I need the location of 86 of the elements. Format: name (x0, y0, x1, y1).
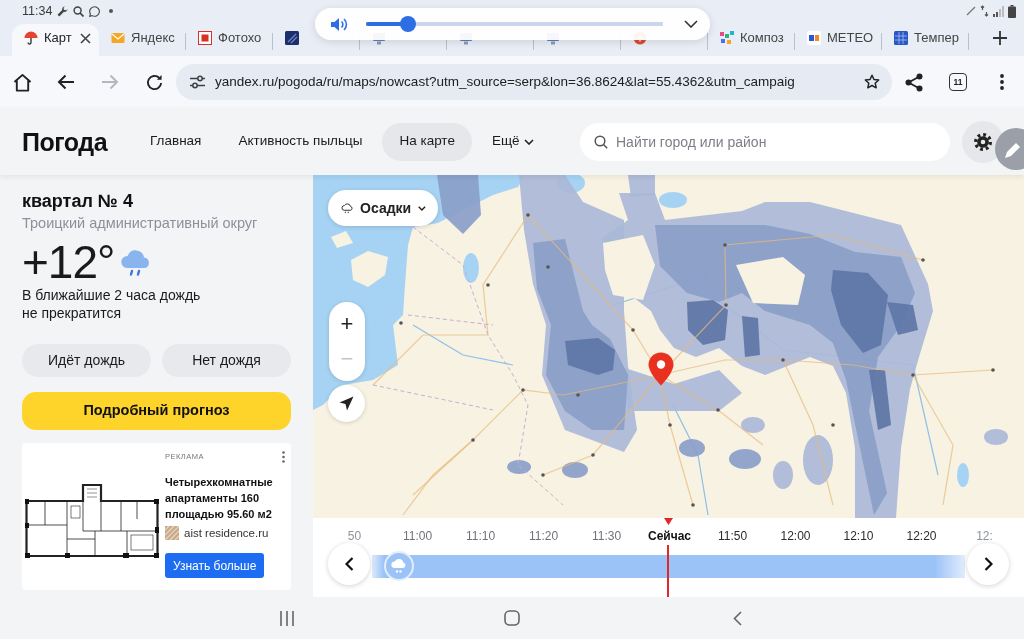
search-icon (73, 5, 85, 17)
previous-button[interactable] (328, 543, 370, 585)
time-label[interactable]: 11:50 (701, 529, 764, 543)
forecast-summary: В ближайшие 2 часа дождь не прекратится (22, 286, 202, 322)
tune-icon (189, 75, 206, 89)
nav-link[interactable]: Ещё (474, 122, 551, 161)
nav-link[interactable]: Главная (133, 122, 219, 161)
browser-tab[interactable]: Яндекс (99, 24, 186, 56)
menu-icon (1000, 74, 1004, 90)
browser-tab[interactable]: Фотохо (186, 24, 273, 56)
chevron-right-icon (983, 557, 993, 571)
search-icon (594, 134, 608, 149)
browser-tab[interactable]: Композ (708, 24, 795, 56)
square-logo-icon (198, 31, 212, 45)
browser-tab[interactable]: Карт (12, 24, 99, 56)
current-time-line (667, 545, 669, 597)
time-label[interactable]: 11:30 (575, 529, 638, 543)
recent-apps-icon[interactable] (280, 610, 294, 626)
tab-switcher-button[interactable]: 11 (936, 60, 980, 104)
browser-tab[interactable]: METEO (795, 24, 882, 56)
settings-icon (974, 132, 992, 151)
chevron-down-icon[interactable] (684, 20, 698, 28)
time-label[interactable]: 11:20 (512, 529, 575, 543)
back-icon[interactable] (732, 610, 742, 626)
rain-cloud-icon (120, 248, 152, 276)
navigation-arrow-icon (339, 396, 354, 411)
wrench-icon (57, 5, 69, 17)
dot-icon (109, 9, 114, 13)
timeline-track[interactable] (372, 551, 965, 581)
logo-text[interactable]: Погода (22, 126, 108, 157)
bars-logo-icon (807, 31, 821, 45)
browser-tab[interactable]: Темпер (882, 24, 969, 56)
share-icon (905, 72, 923, 92)
chevron-down-icon (523, 138, 534, 145)
forward-arrow-icon (101, 74, 119, 90)
data-arrows-icon (980, 5, 989, 17)
nav-link[interactable]: Активность пыльцы (221, 122, 380, 161)
chevron-down-icon (418, 204, 426, 212)
learn-more-button[interactable]: Узнать больше (165, 553, 265, 578)
time-label[interactable]: 12:20 (890, 529, 953, 543)
next-button[interactable] (967, 543, 1009, 585)
rain-cloud-icon (341, 200, 354, 216)
place-title: квартал № 4 (22, 190, 134, 212)
grid-icon (894, 31, 908, 45)
time-label[interactable]: 11:10 (449, 529, 512, 543)
location-pin-icon (648, 352, 674, 386)
filter-button[interactable]: Идёт дождь (22, 344, 151, 377)
zoom-in-button[interactable]: + (332, 308, 362, 339)
signal-icon (993, 5, 1004, 17)
timeline-handle[interactable] (383, 551, 414, 581)
filter-button[interactable]: Нет дождя (162, 344, 291, 377)
time-label[interactable]: 12:10 (827, 529, 890, 543)
umbrella-icon (24, 31, 38, 45)
time-label[interactable]: 12:00 (764, 529, 827, 543)
address-bar[interactable]: yandex.ru/pogoda/ru/maps/nowcast?utm_source=serp&lon=36.8624&lat=55.4362&utm_campaig (176, 64, 892, 100)
envelope-icon (111, 31, 125, 45)
time-label[interactable]: 11:00 (386, 529, 449, 543)
district-name: Троицкий административный округ (22, 214, 259, 233)
detailed-forecast-button[interactable]: Подробный прогноз (22, 392, 291, 430)
time-label[interactable]: Сейчас (638, 529, 701, 543)
status-time: 11:34 (22, 2, 53, 20)
volume-handle[interactable] (399, 16, 416, 32)
reload-icon (145, 73, 163, 91)
speaker-icon (331, 16, 348, 32)
nav-link[interactable]: На карте (382, 122, 472, 161)
chevron-left-icon (344, 557, 354, 571)
plus-icon (993, 31, 1007, 45)
layer-dropdown[interactable]: Осадки (328, 190, 438, 226)
ad-domain: aist residence.ru (184, 526, 269, 540)
close-icon[interactable] (80, 32, 91, 44)
rain-cloud-icon (390, 558, 408, 574)
map-drawing[interactable] (313, 175, 1024, 518)
chat-icon (89, 5, 101, 17)
home-icon[interactable] (504, 610, 520, 626)
temperature: +12° (22, 240, 115, 284)
ad-title[interactable]: Четырехкомнатные апартаменты 160 площадью 95.60 м2 (165, 474, 285, 522)
battery-icon (1008, 4, 1016, 18)
slash-icon (966, 6, 976, 16)
site-logo-icon (165, 526, 179, 540)
star-icon[interactable] (864, 74, 880, 90)
pixel-logo-icon (720, 31, 734, 45)
more-icon[interactable] (282, 451, 285, 463)
back-arrow-icon (57, 74, 75, 90)
search-field[interactable]: Найти город или район (580, 122, 950, 161)
tile-icon (285, 31, 299, 45)
home-icon (12, 72, 32, 92)
